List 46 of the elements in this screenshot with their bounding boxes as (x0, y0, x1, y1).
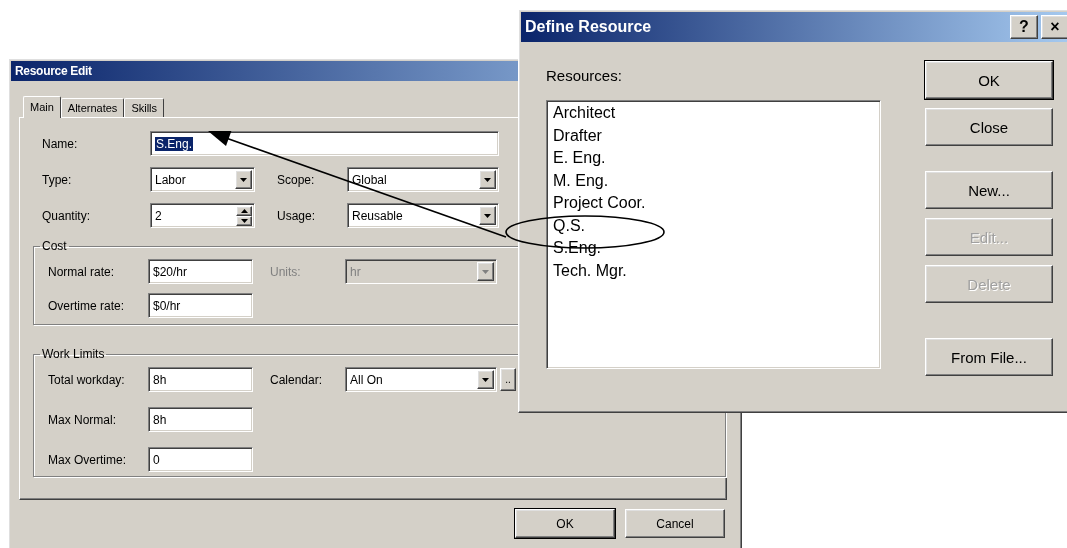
text-field[interactable]: 8h (148, 407, 253, 432)
field-value: S.Eng. (155, 136, 194, 151)
dialog-button[interactable]: Close (925, 108, 1053, 146)
field-label: Quantity: (42, 208, 92, 223)
field-label: Units: (270, 264, 302, 279)
group-label: Work Limits (41, 347, 106, 361)
list-item[interactable]: Project Coor. (553, 192, 646, 215)
tab[interactable]: Main (23, 96, 61, 118)
group-label: Cost (41, 239, 68, 253)
field-label: Name: (42, 136, 79, 151)
field-label: Type: (42, 172, 73, 187)
dropdown[interactable]: Global (347, 167, 499, 192)
title-bar-button[interactable]: × (1041, 15, 1067, 39)
list-item[interactable]: E. Eng. (553, 147, 606, 170)
list-item[interactable]: Drafter (553, 124, 602, 147)
dropdown[interactable]: Reusable (347, 203, 499, 228)
name-field[interactable]: S.Eng. (150, 131, 499, 156)
dialog-button[interactable]: From File... (925, 338, 1053, 376)
list-item[interactable]: Tech. Mgr. (553, 259, 627, 282)
text-field[interactable]: 8h (148, 367, 253, 392)
text-field[interactable]: $20/hr (148, 259, 253, 284)
field-label: Total workday: (48, 372, 126, 387)
dropdown[interactable]: All On (345, 367, 497, 392)
dropdown[interactable]: Labor (150, 167, 255, 192)
list-item[interactable]: Q.S. (553, 214, 585, 237)
field-label: Overtime rate: (48, 298, 126, 313)
dialog-button[interactable]: OK (515, 509, 615, 538)
field-label: Scope: (277, 172, 316, 187)
browse-button[interactable]: .. (500, 368, 516, 391)
field-label: Usage: (277, 208, 317, 223)
dialog-button[interactable]: New... (925, 171, 1053, 209)
spin-field[interactable]: 2 (150, 203, 255, 228)
text-field[interactable]: $0/hr (148, 293, 253, 318)
tab[interactable]: Skills (124, 98, 165, 117)
field-label: Max Normal: (48, 412, 117, 427)
text-field[interactable]: 0 (148, 447, 253, 472)
tab[interactable]: Alternates (60, 98, 125, 117)
dialog-button[interactable]: Cancel (625, 509, 725, 538)
field-label: Max Overtime: (48, 452, 127, 467)
list-item[interactable]: Architect (553, 102, 616, 125)
title-bar-button[interactable]: ? (1010, 15, 1038, 39)
dialog-button[interactable]: OK (925, 61, 1053, 99)
list-item[interactable]: M. Eng. (553, 169, 609, 192)
window-title: Define Resource (525, 18, 653, 36)
field-label: Calendar: (270, 372, 324, 387)
field-label: Normal rate: (48, 264, 116, 279)
